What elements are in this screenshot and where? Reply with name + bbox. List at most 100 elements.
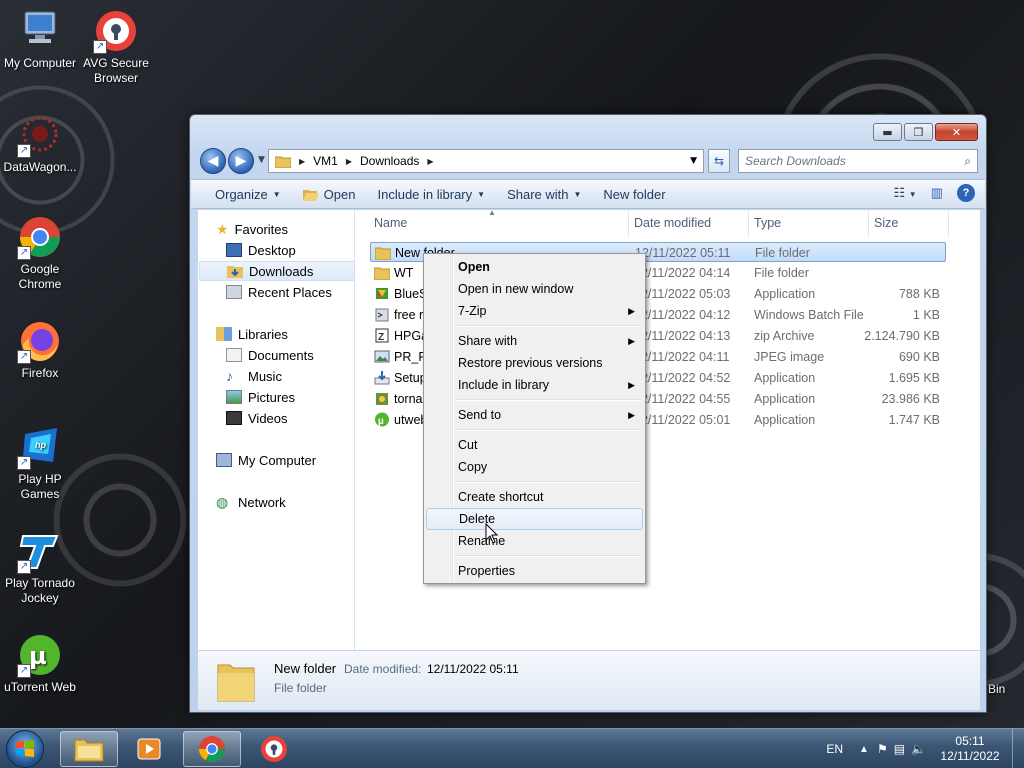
menu-item-delete[interactable]: Delete — [426, 508, 643, 530]
include-in-library-button[interactable]: Include in library ▼ — [366, 187, 496, 202]
column-header-date-modified[interactable]: Date modified — [634, 216, 711, 230]
nav-music[interactable]: ♪ Music — [226, 366, 282, 386]
column-header-type[interactable]: Type — [754, 216, 781, 230]
address-dropdown-icon[interactable]: ▼ — [690, 156, 697, 166]
desktop-icon-utorrent-web[interactable]: µ ↗ uTorrent Web — [0, 632, 80, 695]
nav-videos-label: Videos — [248, 410, 288, 426]
desktop-icon-firefox[interactable]: ↗ Firefox — [0, 318, 80, 381]
desktop-icon-play-hp-games[interactable]: hp ↗ Play HP Games — [0, 424, 80, 502]
sort-indicator-icon: ▲ — [488, 208, 496, 217]
address-row: ◀ ▶ ▼ ▶ VM1 ▶ Downloads ▶ ▼ ⇆ Search Dow… — [198, 147, 980, 175]
desktop-icon-tornado-jockey[interactable]: ↗ Play Tornado Jockey — [0, 528, 80, 606]
menu-item-restore-previous-versions[interactable]: Restore previous versions — [426, 352, 643, 374]
nav-favorites[interactable]: ★ Favorites — [216, 219, 288, 239]
menu-item-cut[interactable]: Cut — [426, 434, 643, 456]
menu-item-open[interactable]: Open — [426, 256, 643, 278]
taskbar: EN ▲ ⚑ ▤ 🔈 05:11 12/11/2022 — [0, 728, 1024, 768]
menu-item-properties[interactable]: Properties — [426, 560, 643, 582]
desktop-icon-label: AVG Secure Browser — [83, 56, 149, 85]
nav-desktop[interactable]: Desktop — [226, 240, 296, 260]
breadcrumb-downloads[interactable]: Downloads — [360, 154, 419, 168]
file-date: 12/11/2022 05:03 — [634, 287, 731, 301]
search-icon[interactable]: ⌕ — [964, 154, 971, 169]
libraries-icon — [216, 327, 232, 341]
nav-videos[interactable]: Videos — [226, 408, 288, 428]
search-input[interactable]: Search Downloads ⌕ — [738, 149, 978, 173]
show-hidden-icons-icon[interactable]: ▲ — [859, 744, 869, 755]
shortcut-arrow-icon: ↗ — [17, 144, 31, 158]
menu-item-label: Include in library — [458, 378, 550, 392]
menu-item-share-with[interactable]: Share with ▶ — [426, 330, 643, 352]
action-center-flag-icon[interactable]: ⚑ — [877, 742, 888, 756]
recent-pages-dropdown[interactable]: ▼ — [258, 155, 265, 165]
menu-separator — [456, 555, 641, 557]
help-icon[interactable]: ? — [957, 184, 975, 202]
nav-documents-label: Documents — [248, 347, 314, 363]
column-header-size[interactable]: Size — [874, 216, 898, 230]
file-date: 12/11/2022 05:01 — [634, 413, 731, 427]
zip-archive-icon: Z — [375, 328, 389, 343]
column-header-name[interactable]: Name — [374, 216, 407, 230]
open-folder-icon — [302, 189, 319, 201]
desktop-icon-datawagon[interactable]: ↗ DataWagon... — [0, 112, 80, 175]
recycle-bin-label[interactable]: Bin — [988, 682, 1005, 696]
volume-icon[interactable]: 🔈 — [911, 742, 926, 756]
column-separator[interactable] — [748, 210, 749, 238]
maximize-button[interactable]: ❐ — [904, 123, 933, 141]
file-size: 1.695 KB — [888, 371, 940, 385]
svg-text:Z: Z — [378, 332, 384, 343]
desktop-icon-google-chrome[interactable]: ↗ Google Chrome — [0, 214, 80, 292]
share-with-button[interactable]: Share with ▼ — [496, 187, 592, 202]
desktop-icon-label: Google Chrome — [18, 262, 62, 291]
column-separator[interactable] — [948, 210, 949, 238]
organize-button[interactable]: Organize ▼ — [191, 187, 292, 202]
minimize-button[interactable]: ▬ — [873, 123, 902, 141]
taskbar-chrome-button[interactable] — [183, 731, 241, 767]
file-size: 788 KB — [898, 287, 940, 301]
column-separator[interactable] — [868, 210, 869, 238]
back-button[interactable]: ◀ — [200, 148, 226, 174]
address-bar[interactable]: ▶ VM1 ▶ Downloads ▶ ▼ — [268, 149, 704, 173]
close-button[interactable]: ✕ — [935, 123, 978, 141]
nav-my-computer[interactable]: My Computer — [216, 450, 316, 470]
language-indicator[interactable]: EN — [826, 742, 843, 756]
network-icon[interactable]: ▤ — [894, 742, 905, 756]
start-button[interactable] — [6, 730, 44, 768]
taskbar-avg-browser-button[interactable] — [245, 731, 303, 767]
change-view-icon[interactable]: ☷ ▼ — [894, 185, 917, 201]
desktop-icon-my-computer[interactable]: My Computer — [0, 8, 80, 71]
menu-item-label: Open in new window — [458, 282, 574, 296]
refresh-button[interactable]: ⇆ — [708, 149, 730, 173]
nav-recent-places[interactable]: Recent Places — [226, 282, 332, 302]
taskbar-media-player-button[interactable] — [120, 731, 178, 767]
breadcrumb-vm1[interactable]: VM1 — [313, 154, 338, 168]
breadcrumb-separator[interactable]: ▶ — [299, 157, 305, 166]
breadcrumb-separator[interactable]: ▶ — [427, 157, 433, 166]
open-button[interactable]: Open — [292, 187, 367, 202]
breadcrumb-separator[interactable]: ▶ — [346, 157, 352, 166]
show-desktop-button[interactable] — [1012, 729, 1024, 768]
menu-item-create-shortcut[interactable]: Create shortcut — [426, 486, 643, 508]
nav-libraries[interactable]: Libraries — [216, 324, 288, 344]
taskbar-explorer-button[interactable] — [60, 731, 118, 767]
menu-item-include-in-library[interactable]: Include in library ▶ — [426, 374, 643, 396]
nav-my-computer-label: My Computer — [238, 452, 317, 468]
menu-item-open-new-window[interactable]: Open in new window — [426, 278, 643, 300]
column-separator[interactable] — [628, 210, 629, 238]
menu-item-7zip[interactable]: 7-Zip ▶ — [426, 300, 643, 322]
menu-item-copy[interactable]: Copy — [426, 456, 643, 478]
menu-item-label: Properties — [458, 564, 515, 578]
new-folder-button[interactable]: New folder — [592, 187, 676, 202]
forward-button[interactable]: ▶ — [228, 148, 254, 174]
menu-item-rename[interactable]: Rename — [426, 530, 643, 552]
menu-item-label: Cut — [458, 438, 478, 452]
clock[interactable]: 05:11 12/11/2022 — [936, 734, 1004, 764]
nav-downloads[interactable]: Downloads — [199, 261, 355, 281]
music-icon: ♪ — [226, 368, 233, 384]
menu-item-send-to[interactable]: Send to ▶ — [426, 404, 643, 426]
nav-pictures[interactable]: Pictures — [226, 387, 295, 407]
nav-network[interactable]: ◍ Network — [216, 492, 286, 512]
nav-documents[interactable]: Documents — [226, 345, 314, 365]
desktop-icon-avg-browser[interactable]: ↗ AVG Secure Browser — [76, 8, 156, 86]
preview-pane-icon[interactable]: ▥ — [931, 185, 943, 201]
